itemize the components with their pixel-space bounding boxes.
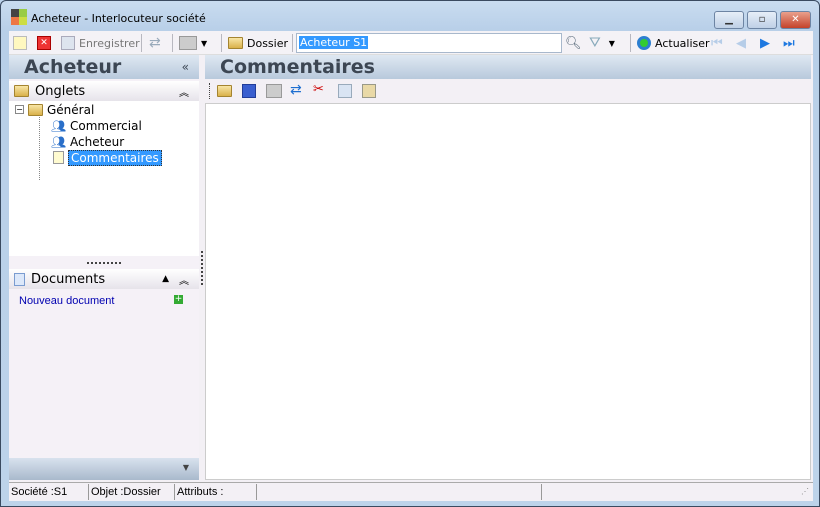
comments-toolbar: ⇄ ✂ [205,81,811,101]
printer-icon [179,36,197,50]
next-icon: ▶ [760,35,770,51]
users-icon: 👥︎ [51,135,67,149]
new-button[interactable] [13,35,27,51]
add-icon[interactable]: + [174,295,183,304]
status-cell [257,484,542,500]
tree-label: Commentaires [68,149,162,166]
application-window: Acheteur - Interlocuteur société ▁ ▫ ✕ ✕… [0,0,820,507]
status-bar: Société :S1 Objet :Dossier Attributs : ⋰ [9,482,813,500]
status-societe: Société :S1 [9,484,89,500]
navigation-pane-footer: ▼ [9,458,199,480]
refresh-icon [637,36,651,50]
status-attributs: Attributs : [175,484,257,500]
filter-button[interactable]: ⛛ ▼ [589,35,615,51]
left-panel-title: Acheteur [24,56,122,78]
save-button[interactable]: Enregistrer [61,35,140,51]
filter-icon: ⛛ [589,35,601,51]
left-panel: Onglets ︽ − Général 👥︎ Commercial 👥︎ Acheteu… [9,79,199,480]
note-icon [53,151,64,164]
vertical-splitter[interactable] [201,251,203,285]
minimize-button[interactable]: ▁ [714,11,744,29]
last-record-button[interactable]: ⏭ [783,35,795,51]
next-record-button[interactable]: ▶ [760,35,770,51]
collapse-icon[interactable]: ︽ [179,84,189,99]
folder-icon [28,103,43,116]
search-input[interactable]: Acheteur S1 [296,33,562,53]
users-icon: 👥︎ [51,119,67,133]
folder-icon [14,85,29,97]
splitter-handle[interactable] [87,262,121,264]
search-button[interactable]: 🔍︎ [565,35,582,51]
maximize-button[interactable]: ▫ [747,11,777,29]
refresh-arrows-icon: ⇄ [149,35,161,51]
cut-icon[interactable]: ✂ [313,82,324,97]
printer-icon[interactable] [266,84,282,98]
folder-icon [228,37,243,49]
collapse-panel-button[interactable]: « [182,55,189,79]
new-document-icon [13,36,27,50]
last-icon: ⏭ [783,35,795,51]
chevron-down-icon[interactable]: ▼ [183,463,189,472]
first-icon: ⏮ [711,35,723,51]
close-button[interactable]: ✕ [780,11,811,29]
dossier-button[interactable]: Dossier [228,35,288,51]
tree-node-commercial[interactable]: 👥︎ Commercial [51,118,142,134]
right-panel: Commentaires ⇄ ✂ [205,55,811,480]
chevron-down-icon[interactable]: ▼ [201,39,207,48]
collapse-icon[interactable]: ︽ [179,272,189,287]
tabs-tree: − Général 👥︎ Commercial 👥︎ Acheteur Comment… [9,101,199,256]
refresh-button[interactable]: Actualiser [637,35,710,51]
tree-label: Acheteur [70,134,125,149]
save-icon [61,36,75,50]
tree-node-general[interactable]: − Général [15,102,94,117]
right-panel-header: Commentaires [205,55,811,79]
right-panel-title: Commentaires [220,56,375,78]
delete-icon: ✕ [37,36,51,50]
open-folder-icon[interactable] [217,85,232,97]
dossier-label: Dossier [247,36,289,50]
document-icon [14,272,25,286]
app-icon [11,9,27,25]
save-label: Enregistrer [79,36,140,50]
tree-node-acheteur[interactable]: 👥︎ Acheteur [51,134,125,150]
onglets-section-header[interactable]: Onglets ︽ [9,81,199,101]
collapse-toggle-icon[interactable]: − [15,105,24,114]
new-document-link[interactable]: Nouveau document [19,295,114,307]
comments-editor[interactable] [205,103,811,480]
window-title: Acheteur - Interlocuteur société [31,12,206,25]
previous-record-button[interactable]: ◀ [736,35,746,51]
tree-node-commentaires[interactable]: Commentaires [53,149,162,166]
refresh-icon[interactable]: ⇄ [290,82,302,98]
search-icon: 🔍︎ [565,35,582,51]
save-icon[interactable] [242,84,256,98]
copy-icon[interactable] [338,84,352,98]
sync-button[interactable]: ⇄ [149,35,163,51]
tree-label: Commercial [70,118,142,133]
paste-icon[interactable] [362,84,376,98]
tree-label: Général [47,102,95,117]
documents-section-header[interactable]: Documents ▲ ︽ [9,269,199,289]
status-objet: Objet :Dossier [89,484,175,500]
onglets-label: Onglets [35,83,86,99]
previous-icon: ◀ [736,35,746,51]
left-panel-header: Acheteur « [9,55,199,79]
expand-icon[interactable]: ▲ [162,274,169,284]
resize-grip-icon[interactable]: ⋰ [801,487,809,496]
chevron-down-icon[interactable]: ▼ [609,39,615,48]
print-button[interactable]: ▼ [179,35,207,51]
first-record-button[interactable]: ⏮ [711,35,723,51]
delete-button[interactable]: ✕ [37,35,51,51]
refresh-label: Actualiser [655,36,710,50]
search-value: Acheteur S1 [299,36,369,49]
documents-label: Documents [31,271,106,287]
main-toolbar: ✕ Enregistrer ⇄ ▼ Dossier Acheteur S1 🔍︎… [9,31,813,55]
